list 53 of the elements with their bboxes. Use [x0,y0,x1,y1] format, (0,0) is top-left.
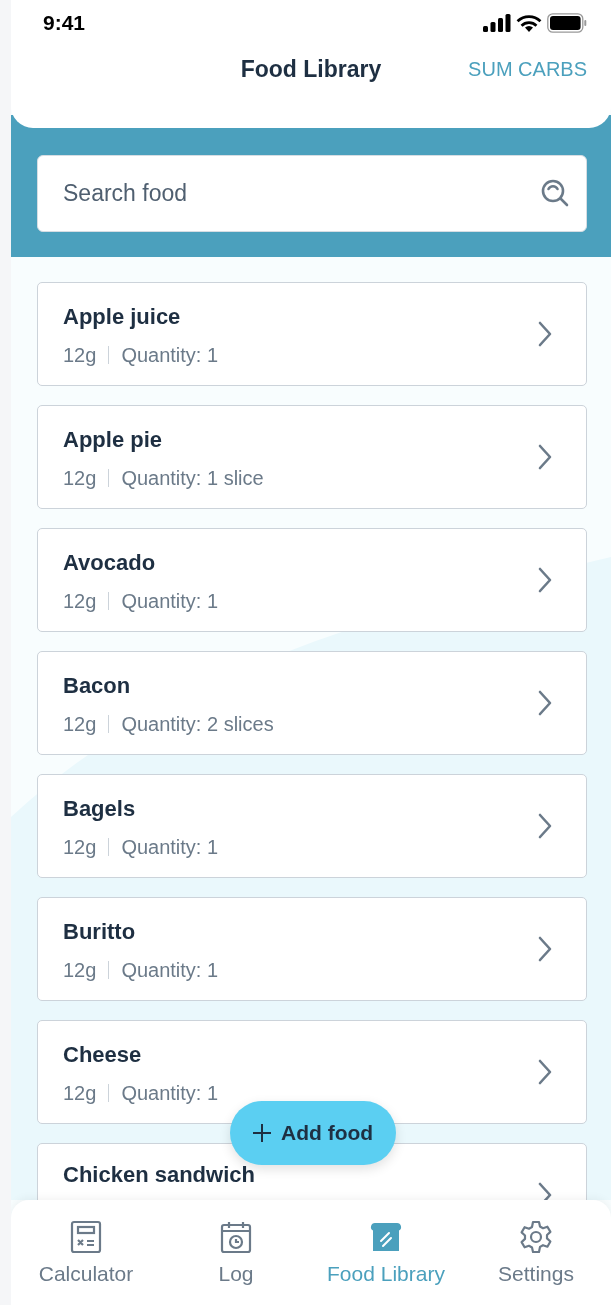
bread-icon [369,1220,403,1254]
nav-tab[interactable]: Calculator [11,1200,161,1305]
carbs-amount: 12g [63,958,97,982]
food-card[interactable]: Apple juice 12g Quantity: 1 [37,282,587,386]
battery-icon [547,13,587,33]
food-name: Bagels [63,795,137,822]
quantity-text: Quantity: 1 [121,958,219,982]
signal-icon [483,14,511,32]
plus-icon [252,1123,272,1143]
food-name: Chicken sandwich [63,1162,256,1188]
food-card[interactable]: Bacon 12g Quantity: 2 slices [37,651,587,755]
quantity-text: Quantity: 1 [121,1081,219,1105]
nav-tab[interactable]: Settings [461,1200,611,1305]
carbs-amount: 12g [63,835,97,859]
search-field[interactable]: Search food [37,155,587,232]
add-food-button[interactable]: Add food [230,1101,397,1165]
food-name: Avocado [63,549,157,576]
chevron-right-icon [538,813,552,839]
chevron-right-icon [538,936,552,962]
quantity-text: Quantity: 1 [121,343,219,367]
nav-tab[interactable]: Log [161,1200,311,1305]
calculator-icon [69,1220,103,1254]
quantity-text: Quantity: 1 [121,589,219,613]
chevron-right-icon [538,690,552,716]
carbs-amount: 12g [63,343,97,367]
quantity-text: Quantity: 1 slice [121,466,264,490]
food-card[interactable]: Apple pie 12g Quantity: 1 slice [37,405,587,509]
search-icon [539,177,571,209]
food-name: Cheese [63,1041,143,1068]
food-card[interactable]: Bagels 12g Quantity: 1 [37,774,587,878]
food-card[interactable]: Avocado 12g Quantity: 1 [37,528,587,632]
chevron-right-icon [538,321,552,347]
food-name: Apple pie [63,426,163,453]
food-card[interactable]: Chicken sandwich [37,1143,587,1200]
quantity-text: Quantity: 2 slices [121,712,274,736]
chevron-right-icon [538,1059,552,1085]
carbs-amount: 12g [63,589,97,613]
status-time: 9:41 [43,11,86,35]
wifi-icon [516,14,542,32]
carbs-amount: 12g [63,1081,97,1105]
food-name: Buritto [63,918,137,945]
carbs-amount: 12g [63,712,97,736]
screen-title: Food Library [240,55,382,83]
food-name: Apple juice [63,303,182,330]
settings-icon [519,1220,553,1254]
chevron-right-icon [538,567,552,593]
quantity-text: Quantity: 1 [121,835,219,859]
calendar-icon [219,1220,253,1254]
food-card[interactable]: Cheese 12g Quantity: 1 [37,1020,587,1124]
carbs-amount: 12g [63,466,97,490]
chevron-right-icon [538,444,552,470]
food-card[interactable]: Buritto 12g Quantity: 1 [37,897,587,1001]
food-name: Bacon [63,672,132,699]
